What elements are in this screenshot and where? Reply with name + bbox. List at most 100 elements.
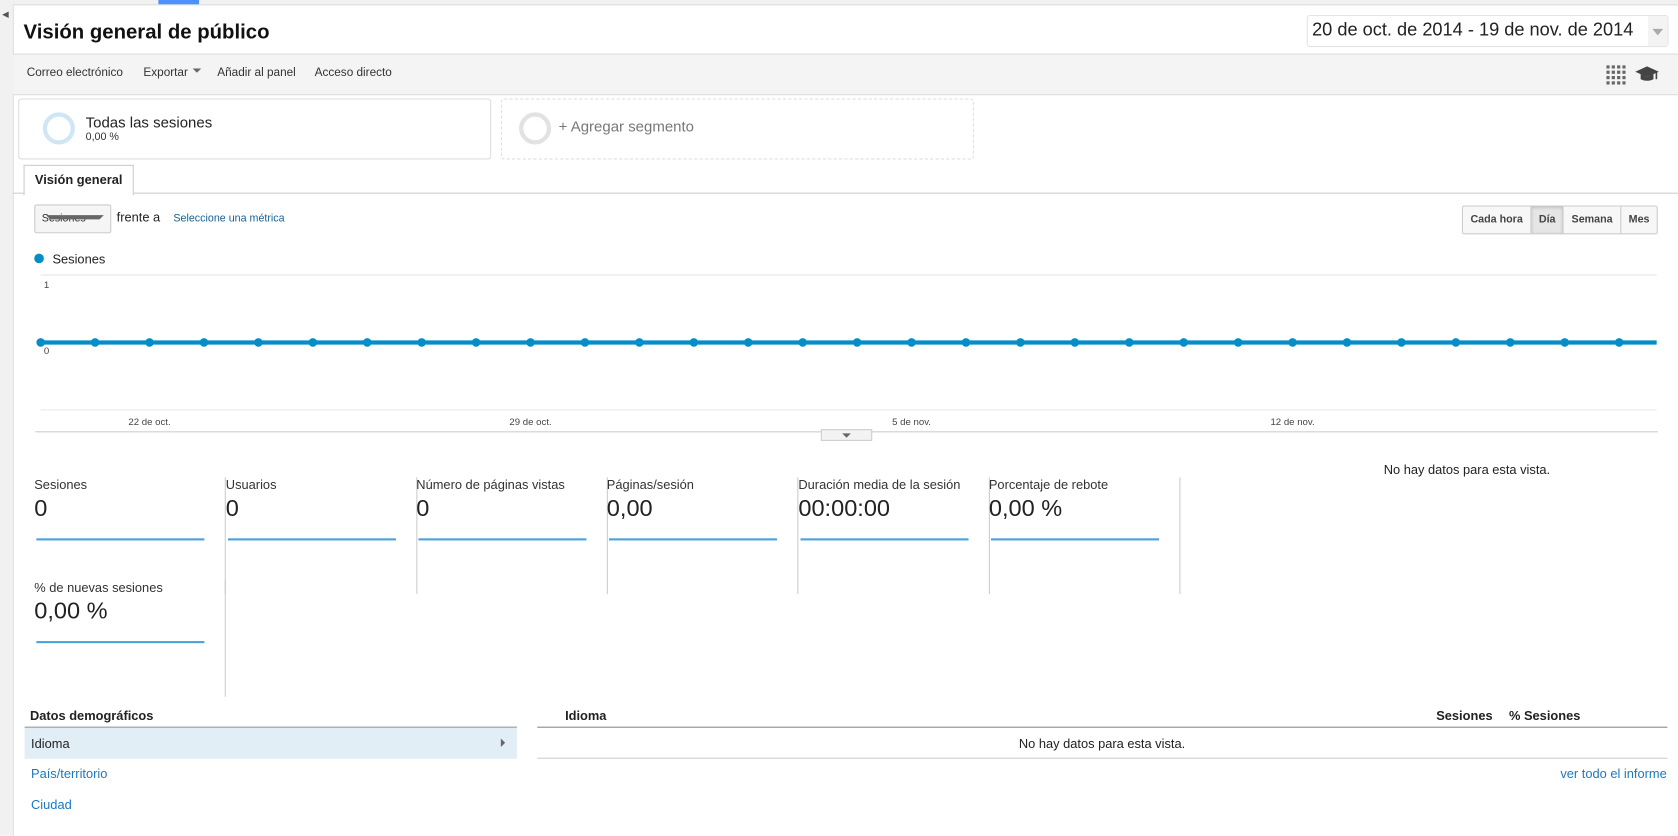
grid-icon[interactable] xyxy=(1606,65,1626,85)
data-point[interactable] xyxy=(1560,338,1569,347)
week-button[interactable]: Semana xyxy=(1564,206,1622,234)
column-header-sessions[interactable]: Sesiones xyxy=(1436,708,1492,723)
add-to-dashboard-label: Añadir al panel xyxy=(217,66,296,80)
data-point[interactable] xyxy=(798,338,807,347)
metric-card[interactable]: Páginas/sesión 0,00 xyxy=(607,477,799,594)
metric-label: Número de páginas vistas xyxy=(416,477,565,493)
graduation-cap-icon[interactable] xyxy=(1635,65,1659,82)
data-point[interactable] xyxy=(1233,338,1243,347)
hourly-button[interactable]: Cada hora xyxy=(1463,206,1532,234)
metric-card[interactable]: Sesiones 0 xyxy=(34,477,226,594)
y-tick-label: 0 xyxy=(44,346,49,357)
x-tick-label: 22 de oct. xyxy=(128,417,170,428)
legend-marker xyxy=(34,253,44,264)
metric-label: Usuarios xyxy=(225,477,277,493)
metric-label: Porcentaje de rebote xyxy=(988,477,1109,493)
metric-value: 0,00 % xyxy=(34,597,108,624)
email-button[interactable]: Correo electrónico xyxy=(27,66,123,79)
chevron-right-icon xyxy=(500,738,510,747)
data-point[interactable] xyxy=(471,338,481,347)
x-tick-label: 12 de nov. xyxy=(1270,417,1314,428)
data-point[interactable] xyxy=(1614,338,1624,347)
data-point[interactable] xyxy=(36,338,45,347)
data-point[interactable] xyxy=(308,338,318,347)
tab-overview[interactable]: Visión general xyxy=(23,164,134,196)
data-point[interactable] xyxy=(145,338,154,347)
metric-card[interactable]: Número de páginas vistas 0 xyxy=(416,477,608,594)
page-title: Visión general de público xyxy=(23,21,270,44)
data-point[interactable] xyxy=(1124,338,1134,347)
collapse-sidebar-icon[interactable]: ◀ xyxy=(2,10,9,20)
demographics-item-language[interactable]: Idioma xyxy=(24,727,517,759)
legend-label[interactable]: Sesiones xyxy=(52,251,105,266)
column-header-sessions-pct[interactable]: % Sesiones xyxy=(1509,708,1580,723)
expand-chart-button[interactable] xyxy=(820,429,873,441)
metric-card[interactable]: Porcentaje de rebote 0,00 % xyxy=(989,477,1181,594)
metric-label: Sesiones xyxy=(34,477,88,493)
metric-card[interactable]: % de nuevas sesiones 0,00 % xyxy=(34,580,226,697)
tab-divider xyxy=(12,192,1678,194)
segment-ring-icon xyxy=(42,112,75,145)
metric-value: 00:00:00 xyxy=(798,494,891,522)
data-point[interactable] xyxy=(743,338,753,347)
table-no-data: No hay datos para esta vista. xyxy=(1018,736,1186,752)
sessions-line-chart: 1 0 22 de oct. 29 de oct. 5 de nov. 12 de n… xyxy=(36,274,1657,428)
metric-value: 0,00 % xyxy=(988,494,1063,522)
x-tick-label: 29 de oct. xyxy=(509,417,551,428)
data-point[interactable] xyxy=(1506,338,1515,347)
chevron-down-icon[interactable] xyxy=(1648,16,1668,47)
data-point[interactable] xyxy=(1397,338,1406,347)
metric-select[interactable]: Sesiones xyxy=(34,204,112,234)
data-point[interactable] xyxy=(1451,338,1461,347)
shortcut-button[interactable]: Acceso directo xyxy=(315,66,392,79)
demographics-item-city[interactable]: Ciudad xyxy=(31,797,72,812)
data-point[interactable] xyxy=(1070,338,1080,347)
data-point[interactable] xyxy=(526,338,535,347)
metric-sparkline xyxy=(608,538,777,541)
data-point[interactable] xyxy=(580,338,590,347)
shortcut-label: Acceso directo xyxy=(314,66,392,80)
data-point[interactable] xyxy=(1179,338,1188,347)
segment-label: Todas las sesiones xyxy=(85,113,213,131)
data-point[interactable] xyxy=(689,338,699,347)
data-point[interactable] xyxy=(90,338,100,347)
demographics-title: Datos demográficos xyxy=(29,708,154,724)
metric-value: 0 xyxy=(34,494,48,522)
data-point[interactable] xyxy=(417,338,426,347)
data-point[interactable] xyxy=(1288,338,1297,347)
month-button[interactable]: Mes xyxy=(1621,207,1657,234)
date-range-text: 20 de oct. de 2014 - 19 de nov. de 2014 xyxy=(1312,19,1634,40)
add-segment-button[interactable]: + Agregar segmento xyxy=(500,98,974,160)
metric-card[interactable]: Usuarios 0 xyxy=(226,477,418,594)
demographics-item-country[interactable]: País/territorio xyxy=(31,766,107,781)
metric-label: Duración media de la sesión xyxy=(798,477,961,493)
metric-value: 0 xyxy=(416,494,430,522)
metric-sparkline xyxy=(418,538,587,541)
add-to-dashboard-button[interactable]: Añadir al panel xyxy=(217,66,296,79)
data-point[interactable] xyxy=(199,338,209,347)
export-button[interactable]: Exportar xyxy=(143,66,201,79)
data-point[interactable] xyxy=(852,338,862,347)
data-point[interactable] xyxy=(362,338,372,347)
segment-value: 0,00 % xyxy=(85,131,119,144)
data-point[interactable] xyxy=(1342,338,1352,347)
day-button[interactable]: Día xyxy=(1531,206,1565,234)
data-point[interactable] xyxy=(1016,338,1025,347)
data-point[interactable] xyxy=(907,338,916,347)
segment-ring-icon xyxy=(519,112,552,145)
data-point[interactable] xyxy=(961,338,971,347)
metric-sparkline xyxy=(800,538,969,541)
data-point[interactable] xyxy=(254,338,263,347)
data-point[interactable] xyxy=(635,338,644,347)
segment-all-sessions[interactable]: Todas las sesiones 0,00 % xyxy=(18,98,492,160)
toolbar: Correo electrónico Exportar Añadir al pa… xyxy=(12,53,1678,96)
metric-sparkline xyxy=(36,641,205,644)
column-header-language: Idioma xyxy=(565,708,607,724)
date-range-picker[interactable]: 20 de oct. de 2014 - 19 de nov. de 2014 xyxy=(1306,14,1669,48)
select-metric-link[interactable]: Seleccione una métrica xyxy=(173,213,284,225)
active-tab-indicator xyxy=(158,0,200,5)
view-full-report-link[interactable]: ver todo el informe xyxy=(1560,766,1666,781)
metric-card[interactable]: Duración media de la sesión 00:00:00 xyxy=(798,477,990,594)
metric-sparkline xyxy=(36,538,205,541)
y-tick-label: 1 xyxy=(44,280,49,291)
